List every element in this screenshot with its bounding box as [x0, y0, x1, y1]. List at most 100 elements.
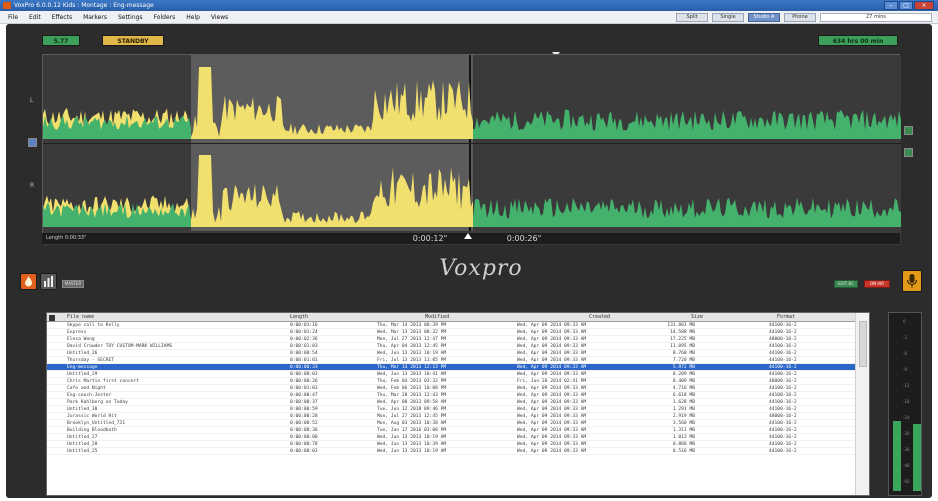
meter-scale-label: 0: [903, 319, 906, 324]
menu-effects[interactable]: Effects: [52, 11, 72, 24]
cell-created: Wed, Apr 09 2014 09:33 AM: [517, 365, 587, 370]
time-end: 0:00:26": [506, 234, 542, 243]
cell-created: Wed, Apr 09 2014 09:33 AM: [517, 400, 587, 405]
cell-format: 44100-16-2: [769, 449, 797, 454]
meters-icon[interactable]: [40, 273, 57, 290]
file-row[interactable]: Chris Martin first concert 0:00:00:26 Thu,…: [47, 378, 855, 385]
cell-modified: Wed, Mar 13 2013 08:32 PM: [377, 330, 447, 335]
vertical-scrollbar[interactable]: [855, 313, 869, 495]
maximize-button[interactable]: □: [899, 1, 913, 10]
zoom-in-button[interactable]: [904, 126, 913, 135]
close-button[interactable]: ×: [914, 1, 934, 10]
menu-help[interactable]: Help: [186, 11, 200, 24]
meter-scale-label: -30: [903, 431, 910, 436]
file-list: Skype call to Kelly 0:00:01:16 Thu, Mar 14…: [47, 322, 855, 455]
cell-modified: Thu, Mar 14 2013 12:13 PM: [377, 365, 447, 370]
meter-scale-label: -18: [903, 399, 910, 404]
file-row[interactable]: David Crowder TOY CUSTOM-MARK WILLIAMS 0:…: [47, 343, 855, 350]
meter-scale-label: -48: [903, 463, 910, 468]
scrollbar-thumb[interactable]: [859, 321, 867, 367]
file-row[interactable]: Brooklyn_Untitled_731 0:00:00:52 Mon, Aug …: [47, 420, 855, 427]
voxpro-logo: Voxpro: [439, 256, 523, 281]
cell-name: David Crowder TOY CUSTOM-MARK WILLIAMS: [67, 344, 173, 349]
waveform-graphic[interactable]: [43, 55, 901, 245]
file-row[interactable]: Untitled_30 0:00:00:59 Tue, Jun 12 2018 09…: [47, 406, 855, 413]
cell-modified: Wed, Apr 08 2013 09:58 AM: [377, 400, 447, 405]
file-row[interactable]: Park Kahlberg on Today 0:00:00:37 Wed, Apr…: [47, 399, 855, 406]
cell-name: Park Kahlberg on Today: [67, 400, 128, 405]
cell-created: Wed, Apr 09 2014 09:33 AM: [517, 323, 587, 328]
fire-icon[interactable]: [20, 273, 37, 290]
cell-format: 44100-16-2: [769, 421, 797, 426]
cell-modified: Wed, Feb 06 2013 10:08 PM: [377, 386, 447, 391]
file-row[interactable]: Eng-message 0:00:00:33 Thu, Mar 14 2013 12…: [47, 364, 855, 371]
cell-name: Jurassic World Hit: [67, 414, 117, 419]
cell-created: Wed, Apr 09 2014 09:33 AM: [517, 386, 587, 391]
cell-length: 0:00:01:03: [290, 386, 318, 391]
cell-size: 2.919 MB: [672, 414, 695, 419]
menu-markers[interactable]: Markers: [83, 11, 107, 24]
cell-name: Express: [67, 330, 87, 335]
menu-folders[interactable]: Folders: [154, 11, 176, 24]
cell-format: 44100-16-2: [769, 393, 797, 398]
cell-name: Untitled_29: [67, 372, 98, 377]
on-air-button[interactable]: ON AIR: [864, 280, 890, 288]
cell-size: 1.013 MB: [672, 435, 695, 440]
mode-single[interactable]: Single: [712, 13, 744, 22]
cell-length: 0:00:00:37: [290, 400, 318, 405]
file-row[interactable]: Untitled_29 0:00:00:03 Wed, Jun 13 2013 10…: [47, 371, 855, 378]
column-format[interactable]: Format: [777, 313, 847, 322]
column-modified[interactable]: Modified: [425, 313, 535, 322]
cell-created: Wed, Apr 09 2014 09:33 AM: [517, 358, 587, 363]
waveform-display[interactable]: [42, 54, 901, 245]
cell-modified: Tue, Jan 17 2016 03:08 PM: [377, 428, 447, 433]
file-row[interactable]: Jurassic World Hit 0:00:00:28 Mon, Jul 27 …: [47, 413, 855, 420]
menu-file[interactable]: File: [8, 11, 18, 24]
column-size[interactable]: Size: [653, 313, 703, 322]
memory-indicator: 27 mins: [820, 13, 932, 22]
standby-indicator[interactable]: STANDBY: [102, 35, 164, 46]
cell-length: 0:00:00:03: [290, 372, 318, 377]
cell-modified: Fri, Jul 13 2013 11:05 PM: [377, 358, 447, 363]
cell-name: Chris Martin first concert: [67, 379, 139, 384]
file-row[interactable]: Cafe and Night 0:00:01:03 Wed, Feb 06 2013…: [47, 385, 855, 392]
menu-edit[interactable]: Edit: [29, 11, 41, 24]
cell-length: 0:00:01:24: [290, 330, 318, 335]
cell-length: 0:00:00:28: [290, 414, 318, 419]
channel-mode-button[interactable]: [28, 138, 37, 147]
menu-views[interactable]: Views: [211, 11, 228, 24]
menu-settings[interactable]: Settings: [118, 11, 143, 24]
file-row[interactable]: Skype call to Kelly 0:00:01:16 Thu, Mar 14…: [47, 322, 855, 329]
file-row[interactable]: Eng-couch-Jester 0:00:00:47 Thu, Mar 28 20…: [47, 392, 855, 399]
minimize-button[interactable]: –: [884, 1, 898, 10]
file-row[interactable]: Thursday - SECRET 0:00:01:01 Fri, Jul 13 2…: [47, 357, 855, 364]
master-button[interactable]: MASTER: [62, 280, 84, 288]
column-file-name[interactable]: File name: [67, 313, 307, 322]
column-length[interactable]: Length: [290, 313, 346, 322]
file-row[interactable]: Untitled_27 0:00:00:00 Wed, Jun 13 2013 10…: [47, 434, 855, 441]
cell-created: Wed, Apr 09 2014 09:33 AM: [517, 435, 587, 440]
file-row[interactable]: Untitled_26 0:00:00:54 Wed, Jun 13 2013 10…: [47, 350, 855, 357]
cell-modified: Wed, Jun 13 2013 10:19 AM: [377, 351, 447, 356]
cell-format: 44100-16-2: [769, 386, 797, 391]
mode-split[interactable]: Split: [676, 13, 708, 22]
mic-icon[interactable]: [902, 270, 922, 292]
cell-size: 4.716 MB: [672, 386, 695, 391]
zoom-out-button[interactable]: [904, 148, 913, 157]
meter-scale-label: -3: [903, 335, 907, 340]
playhead-marker[interactable]: [464, 233, 472, 239]
file-row[interactable]: Elesa Wong 0:00:02:36 Mon, Jul 27 2013 12:…: [47, 336, 855, 343]
file-row[interactable]: Untitled_25 0:00:00:03 Wed, Jun 13 2013 10…: [47, 448, 855, 455]
cell-size: 11.095 MB: [670, 344, 695, 349]
file-row[interactable]: Express 0:00:01:24 Wed, Mar 13 2013 08:32 …: [47, 329, 855, 336]
file-row[interactable]: Untitled_28 0:00:00:78 Wed, Jun 13 2013 10…: [47, 441, 855, 448]
collapse-toggle[interactable]: [49, 315, 55, 321]
cell-length: 0:00:00:36: [290, 428, 318, 433]
mode-studio-a[interactable]: Studio A: [748, 13, 780, 22]
cell-created: Wed, Apr 09 2014 09:33 AM: [517, 421, 587, 426]
mode-phone[interactable]: Phone: [784, 13, 816, 22]
cell-created: Wed, Apr 09 2014 09:33 AM: [517, 344, 587, 349]
edit-button[interactable]: EDIT BC: [834, 280, 858, 288]
file-row[interactable]: Building Bloodbath 0:00:00:36 Tue, Jan 17 …: [47, 427, 855, 434]
cell-name: Cafe and Night: [67, 386, 106, 391]
